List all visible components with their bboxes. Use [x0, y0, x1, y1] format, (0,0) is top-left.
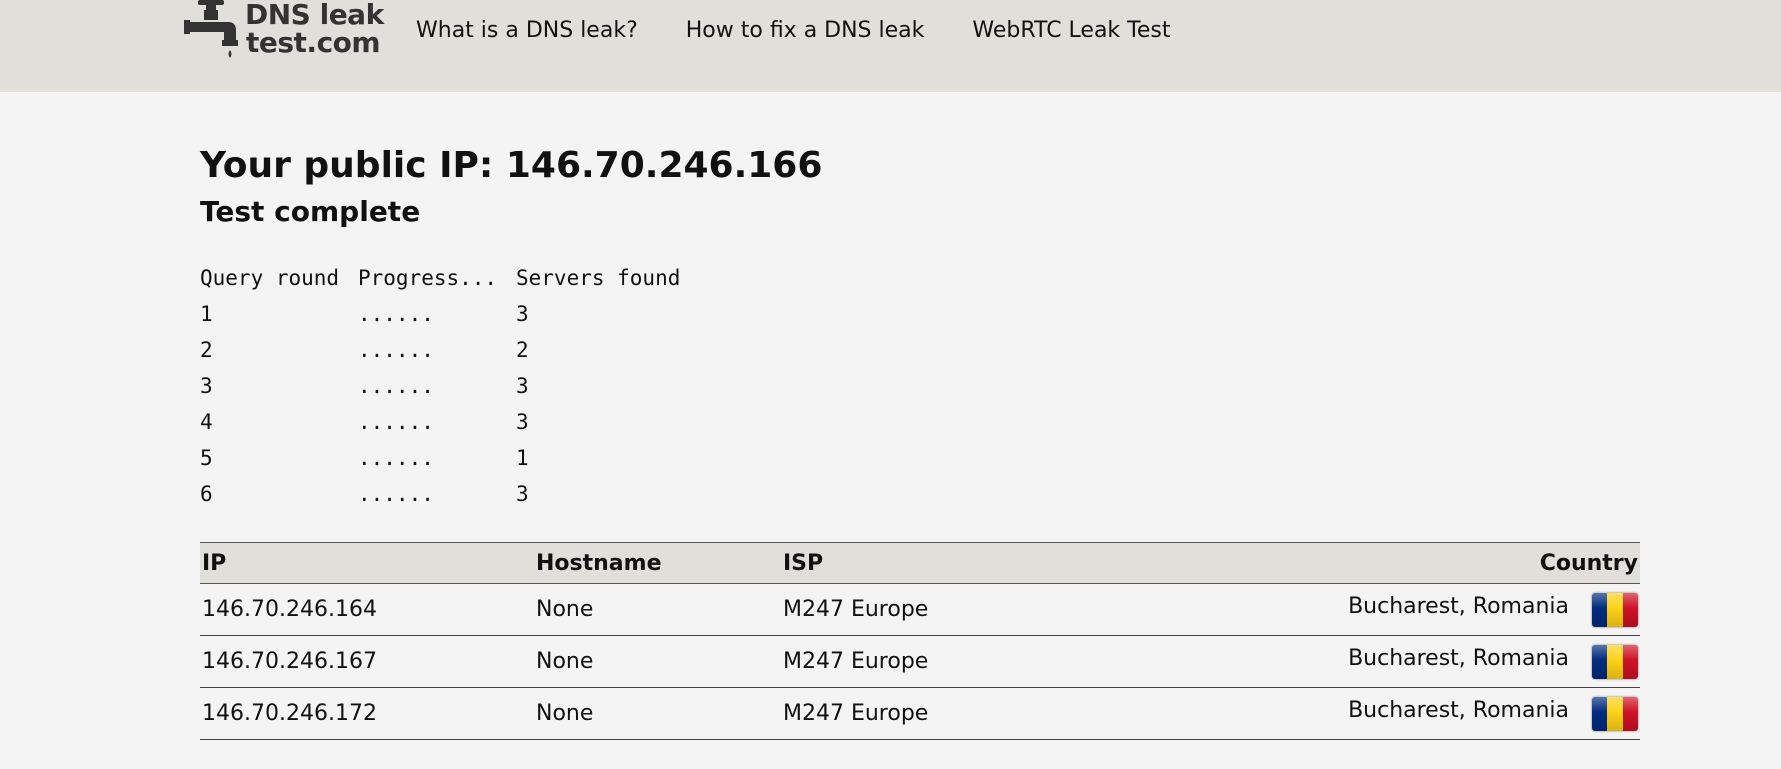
romania-flag-icon	[1592, 644, 1638, 679]
header-country: Country	[1539, 550, 1638, 576]
cell-hostname: None	[534, 635, 781, 688]
round-servers: 2	[516, 338, 529, 362]
round-number: 1	[200, 302, 213, 326]
round-number: 6	[200, 482, 213, 506]
round-servers: 3	[516, 410, 529, 434]
dns-servers-table: IP Hostname ISP Country 146.70.246.164 N…	[200, 542, 1640, 740]
query-rounds: Query round Progress... Servers found 1 …	[200, 260, 1640, 512]
table-row: 146.70.246.167 None M247 Europe Buchares…	[200, 635, 1640, 688]
round-servers: 1	[516, 446, 529, 470]
round-progress: ......	[358, 374, 434, 398]
nav-link-what-is-dns-leak[interactable]: What is a DNS leak?	[416, 18, 638, 43]
cell-isp: M247 Europe	[781, 687, 1185, 740]
round-progress: ......	[358, 302, 434, 326]
header-isp: ISP	[783, 550, 824, 576]
cell-hostname: None	[534, 583, 781, 636]
round-progress: ......	[358, 410, 434, 434]
cell-isp: M247 Europe	[781, 583, 1185, 636]
table-header-row: IP Hostname ISP Country	[200, 542, 1640, 584]
table-row: 146.70.246.164 None M247 Europe Buchares…	[200, 583, 1640, 636]
cell-country: Bucharest, Romania	[1185, 583, 1640, 636]
round-row: 2 ...... 2	[200, 332, 1640, 368]
main-nav: What is a DNS leak? How to fix a DNS lea…	[416, 18, 1219, 43]
round-servers: 3	[516, 482, 529, 506]
nav-link-webrtc-test[interactable]: WebRTC Leak Test	[972, 18, 1170, 43]
round-row: 6 ...... 3	[200, 476, 1640, 512]
country-text: Bucharest, Romania	[1348, 594, 1569, 619]
site-logo[interactable]: DNS leak test.com	[184, 0, 384, 62]
romania-flag-icon	[1592, 592, 1638, 627]
round-row: 1 ...... 3	[200, 296, 1640, 332]
main-content: Your public IP: 146.70.246.166 Test comp…	[200, 140, 1640, 512]
round-number: 3	[200, 374, 213, 398]
round-row: 3 ...... 3	[200, 368, 1640, 404]
rounds-header-row: Query round Progress... Servers found	[200, 260, 1640, 296]
romania-flag-icon	[1592, 696, 1638, 731]
header-ip: IP	[202, 550, 227, 576]
country-text: Bucharest, Romania	[1348, 698, 1569, 723]
cell-country: Bucharest, Romania	[1185, 635, 1640, 688]
round-progress: ......	[358, 482, 434, 506]
logo-text-line2: test.com	[246, 26, 381, 59]
round-servers: 3	[516, 374, 529, 398]
table-row: 146.70.246.172 None M247 Europe Buchares…	[200, 687, 1640, 740]
round-number: 4	[200, 410, 213, 434]
round-servers: 3	[516, 302, 529, 326]
round-progress: ......	[358, 446, 434, 470]
round-progress: ......	[358, 338, 434, 362]
round-row: 5 ...... 1	[200, 440, 1640, 476]
cell-hostname: None	[534, 687, 781, 740]
test-status: Test complete	[200, 195, 421, 228]
round-number: 2	[200, 338, 213, 362]
rounds-header-round: Query round	[200, 266, 340, 290]
cell-isp: M247 Europe	[781, 635, 1185, 688]
public-ip-title: Your public IP: 146.70.246.166	[200, 145, 823, 186]
round-row: 4 ...... 3	[200, 404, 1640, 440]
cell-ip: 146.70.246.167	[200, 635, 534, 688]
cell-ip: 146.70.246.172	[200, 687, 534, 740]
cell-ip: 146.70.246.164	[200, 583, 534, 636]
top-header: DNS leak test.com What is a DNS leak? Ho…	[0, 0, 1781, 92]
faucet-icon	[184, 0, 238, 58]
rounds-header-servers: Servers found	[516, 266, 681, 290]
country-text: Bucharest, Romania	[1348, 646, 1569, 671]
header-hostname: Hostname	[536, 550, 662, 576]
round-number: 5	[200, 446, 213, 470]
rounds-header-progress: Progress...	[358, 266, 498, 290]
cell-country: Bucharest, Romania	[1185, 687, 1640, 740]
nav-link-how-to-fix[interactable]: How to fix a DNS leak	[686, 18, 925, 43]
